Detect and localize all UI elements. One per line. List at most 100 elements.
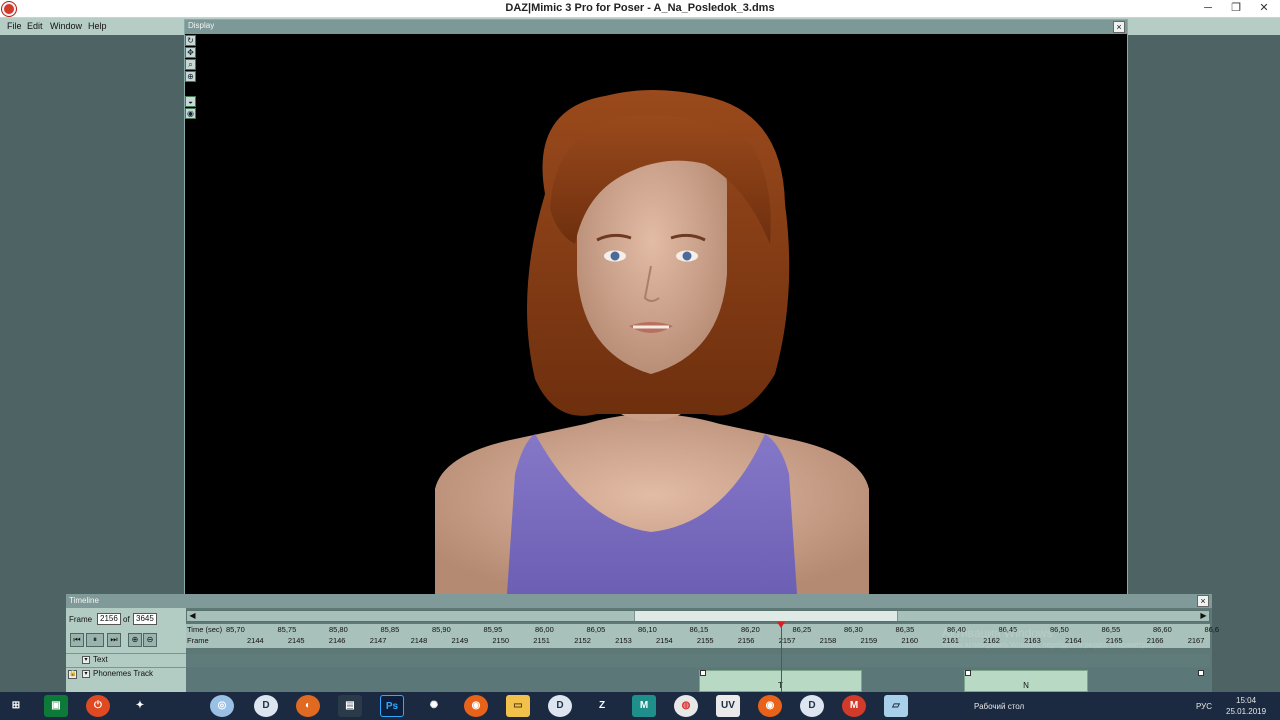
frame-ruler-label: Frame xyxy=(187,636,209,645)
notes-icon[interactable]: ▱ xyxy=(884,695,908,717)
phoneme-label: N xyxy=(1023,681,1029,690)
pause-icon[interactable]: ⏸ xyxy=(86,633,104,647)
uv-icon[interactable]: UV xyxy=(716,695,740,717)
title-bar: DAZ|Mimic 3 Pro for Poser - A_Na_Posledo… xyxy=(0,0,1280,18)
of-label: of xyxy=(123,615,130,624)
frame-tick-label: 2146 xyxy=(328,636,346,645)
frame-tick-label: 2152 xyxy=(574,636,591,645)
frame-label: Frame xyxy=(69,615,93,624)
total-frames-field: 3645 xyxy=(133,613,157,625)
close-button[interactable]: ✕ xyxy=(1250,0,1278,17)
aperture-icon[interactable]: ✺ xyxy=(422,695,446,717)
frame-tick-label: 2144 xyxy=(247,636,264,645)
time-tick-label: 86,50 xyxy=(1050,625,1069,634)
desktop-toolbar-label[interactable]: Рабочий стол xyxy=(974,702,1024,711)
timeline-controls: Frame 2156 of 3645 ⏮ ⏸ ⏭ ⊕ ⊖ ▾ Text 🔒 ▾ … xyxy=(66,608,186,692)
windows-icon[interactable]: ⊞ xyxy=(4,695,28,717)
phonemes-track[interactable]: T N xyxy=(186,668,1210,692)
time-tick-label: 86,55 xyxy=(1101,625,1121,634)
zoom-in-icon[interactable]: ⊕ xyxy=(128,633,142,647)
phoneme-handle[interactable] xyxy=(965,670,971,676)
text-track[interactable] xyxy=(186,654,1210,667)
frame-tick-label: 2160 xyxy=(901,636,919,645)
collapse-icon[interactable]: ▾ xyxy=(82,670,90,678)
timeline-tracks: ◀ ▶ Time (sec) Frame 85,70 85,75 85,80 85,8… xyxy=(186,608,1219,692)
frame-tick-label: 2145 xyxy=(287,636,305,645)
scrollbar-thumb[interactable] xyxy=(634,611,898,621)
frame-tick-label: 2147 xyxy=(369,636,387,645)
display-close-button[interactable]: × xyxy=(1113,21,1125,33)
zbrush-icon[interactable]: Z xyxy=(590,695,614,717)
go-to-start-icon[interactable]: ⏮ xyxy=(70,633,84,647)
pointer-icon[interactable]: ◐ xyxy=(296,695,320,717)
folder-icon[interactable]: ▭ xyxy=(506,695,530,717)
frame-tick-label: 2154 xyxy=(656,636,673,645)
time-tick-label: 86,05 xyxy=(586,625,606,634)
film-icon[interactable]: ▤ xyxy=(338,695,362,717)
chrome-icon[interactable]: ◍ xyxy=(674,695,698,717)
frame-tick-label: 2155 xyxy=(696,636,714,645)
menu-edit[interactable]: Edit xyxy=(27,21,43,31)
time-tick-label: 86,60 xyxy=(1153,625,1172,634)
time-tick-label: 86,00 xyxy=(535,625,554,634)
frame-tick-label: 2148 xyxy=(410,636,428,645)
tool-icon[interactable]: ✦ xyxy=(128,695,152,717)
scroll-left-icon[interactable]: ◀ xyxy=(187,611,198,621)
phonemes-track-label: Phonemes Track xyxy=(93,669,154,678)
phoneme-handle[interactable] xyxy=(700,670,706,676)
phoneme-block[interactable]: N xyxy=(964,670,1088,692)
clock-time[interactable]: 15:04 xyxy=(1236,696,1256,705)
time-tick-label: 85,75 xyxy=(277,625,297,634)
store-icon[interactable]: ▣ xyxy=(44,695,68,717)
time-tick-label: 86,20 xyxy=(741,625,760,634)
time-tick-label: 86,10 xyxy=(638,625,657,634)
time-tick-label: 86,35 xyxy=(895,625,915,634)
go-to-end-icon[interactable]: ⏭ xyxy=(107,633,121,647)
time-tick-label: 85,80 xyxy=(329,625,348,634)
frame-tick-label: 2167 xyxy=(1187,636,1205,645)
clock-date[interactable]: 25.01.2019 xyxy=(1226,707,1266,716)
timeline-close-button[interactable]: × xyxy=(1197,595,1209,607)
display-title: Display xyxy=(188,21,215,30)
display-panel: Display × ↻ ✥ ⌕ ⊕ ◒ ◉ xyxy=(184,19,1128,595)
frame-tick-label: 2159 xyxy=(860,636,878,645)
timeline-panel: Timeline × Frame 2156 of 3645 ⏮ ⏸ ⏭ ⊕ ⊖ … xyxy=(66,594,1219,692)
time-tick-label: 86,6 xyxy=(1204,625,1220,634)
daz-icon[interactable]: D xyxy=(800,695,824,717)
timeline-scrollbar[interactable]: ◀ ▶ xyxy=(186,610,1210,622)
menu-window[interactable]: Window xyxy=(50,21,82,31)
menu-file[interactable]: File xyxy=(7,21,22,31)
window-title: DAZ|Mimic 3 Pro for Poser - A_Na_Posledo… xyxy=(505,2,775,14)
frame-tick-label: 2158 xyxy=(819,636,837,645)
power-icon[interactable]: ⏻ xyxy=(86,695,110,717)
photoshop-icon[interactable]: Ps xyxy=(380,695,404,717)
d-icon[interactable]: D xyxy=(254,695,278,717)
firefox-icon[interactable]: ◉ xyxy=(464,695,488,717)
display-header: Display × xyxy=(185,20,1127,34)
time-ruler-label: Time (sec) xyxy=(187,625,223,634)
text-track-header[interactable]: ▾ Text xyxy=(66,653,186,666)
frame-tick-label: 2153 xyxy=(615,636,632,645)
lock-icon[interactable]: 🔒 xyxy=(68,670,77,679)
firefox2-icon[interactable]: ◉ xyxy=(758,695,782,717)
browser-icon[interactable]: D xyxy=(548,695,572,717)
time-tick-label: 85,90 xyxy=(432,625,451,634)
frame-tick-label: 2151 xyxy=(533,636,550,645)
zoom-out-icon[interactable]: ⊖ xyxy=(143,633,157,647)
search-app-icon[interactable]: ◎ xyxy=(210,695,234,717)
minimize-button[interactable]: ─ xyxy=(1194,0,1222,17)
maximize-button[interactable]: ❐ xyxy=(1222,0,1250,17)
mimic-icon[interactable]: M xyxy=(842,695,866,717)
phonemes-track-header[interactable]: 🔒 ▾ Phonemes Track xyxy=(66,667,186,692)
track-end-handle[interactable] xyxy=(1198,670,1204,676)
maya-icon[interactable]: M xyxy=(632,695,656,717)
taskbar: ⊞ ▣ ⏻ ✦ ◎ D ◐ ▤ Ps ✺ ◉ ▭ D Z M ◍ UV ◉ D … xyxy=(0,692,1280,720)
menu-help[interactable]: Help xyxy=(88,21,107,31)
time-tick-label: 85,70 xyxy=(226,625,245,634)
scroll-right-icon[interactable]: ▶ xyxy=(1198,611,1209,621)
frame-tick-label: 2156 xyxy=(737,636,755,645)
frame-input[interactable]: 2156 xyxy=(97,613,121,625)
collapse-icon[interactable]: ▾ xyxy=(82,656,90,664)
language-indicator[interactable]: РУС xyxy=(1196,702,1212,711)
time-tick-label: 85,95 xyxy=(483,625,503,634)
